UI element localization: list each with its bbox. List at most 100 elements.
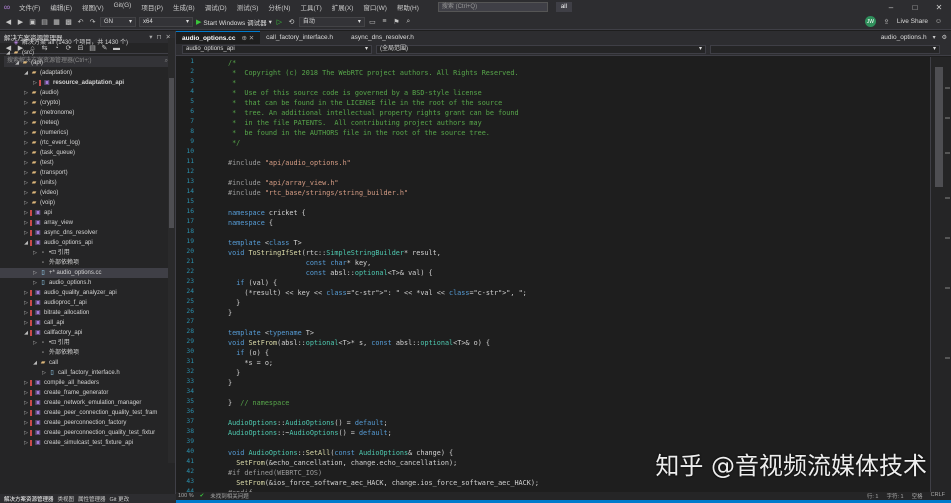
search-box[interactable]: 搜索 (Ctrl+Q) — [437, 2, 548, 12]
collapsed-arrow-icon[interactable]: ▷ — [31, 278, 39, 288]
new-project-icon[interactable]: ▣ — [28, 17, 37, 26]
platform-select[interactable]: x64 ▾ — [139, 16, 193, 27]
collapsed-arrow-icon[interactable]: ▷ — [22, 208, 30, 218]
editor-tab[interactable]: audio_options.cc ⊕ ✕ — [176, 31, 261, 44]
editor-tab[interactable]: async_dns_resolver.h — [345, 31, 426, 44]
tree-item[interactable]: ▷ ▣ create_network_emulation_manager — [0, 398, 168, 408]
bottom-tab[interactable]: 属性管理器 — [78, 495, 106, 503]
code-line[interactable]: #include "api/audio_options.h" — [228, 158, 351, 168]
collapsed-arrow-icon[interactable]: ▷ — [22, 408, 30, 418]
tree-item[interactable]: ▫ 外部依赖项 — [0, 348, 168, 358]
tree-item[interactable]: ◈ 解决方案"all"(1430 个项目，共 1430 个) — [0, 38, 168, 48]
tree-item[interactable]: ▷ ▣ audioproc_f_api — [0, 298, 168, 308]
avatar[interactable]: JW — [864, 16, 876, 27]
code-editor[interactable]: /* * Copyright (c) 2018 The WebRTC proje… — [228, 57, 928, 492]
tree-item[interactable]: ▷ ▰ (rtc_event_log) — [0, 138, 168, 148]
collapsed-arrow-icon[interactable]: ▷ — [22, 298, 30, 308]
menu-item[interactable]: 测试(S) — [232, 2, 264, 12]
code-line[interactable]: AudioOptions::AudioOptions() = default; — [228, 418, 388, 428]
tree-item[interactable]: ▷ ▰ (metronome) — [0, 108, 168, 118]
layout-icon[interactable]: ▭ — [368, 17, 377, 26]
tree-item[interactable]: ▷ ▰ (transport) — [0, 168, 168, 178]
code-line[interactable]: const absl::optional<T>& val) { — [228, 268, 433, 278]
code-line[interactable]: #include "api/array_view.h" — [228, 178, 339, 188]
collapsed-arrow-icon[interactable]: ▷ — [22, 438, 30, 448]
tree-item[interactable]: ▷ ▰ (audio) — [0, 88, 168, 98]
tree-item[interactable]: ▷ ▣ create_simulcast_test_fixture_api — [0, 438, 168, 448]
collapsed-arrow-icon[interactable]: ▷ — [31, 248, 39, 258]
settings-icon[interactable]: ⚙ — [942, 34, 947, 41]
tree-item[interactable]: ▷ ▫ •⊡ 引用 — [0, 248, 168, 258]
tree-item[interactable]: ▷ ▰ (crypto) — [0, 98, 168, 108]
code-line[interactable]: */ — [228, 138, 240, 148]
expanded-arrow-icon[interactable]: ◢ — [22, 68, 30, 78]
collapsed-arrow-icon[interactable]: ▷ — [31, 78, 39, 88]
expanded-arrow-icon[interactable]: ◢ — [13, 58, 21, 68]
tree-item[interactable]: ▫ 外部依赖项 — [0, 258, 168, 268]
code-line[interactable]: * that can be found in the LICENSE file … — [228, 98, 502, 108]
tree-item[interactable]: ▷ ▣ call_api — [0, 318, 168, 328]
editor-scrollbar[interactable] — [930, 57, 951, 492]
bottom-tab[interactable]: 类视图 — [58, 495, 75, 503]
code-line[interactable]: namespace cricket { — [228, 208, 306, 218]
code-line[interactable]: } — [228, 368, 240, 378]
collapsed-arrow-icon[interactable]: ▷ — [22, 428, 30, 438]
tree-item[interactable]: ▷ ▰ (test) — [0, 158, 168, 168]
tree-item[interactable]: ◢ ▣ callfactory_api — [0, 328, 168, 338]
tree-item[interactable]: ▷ ▰ (task_queue) — [0, 148, 168, 158]
tree-item[interactable]: ▷ ▫ •⊡ 引用 — [0, 338, 168, 348]
collapsed-arrow-icon[interactable]: ▷ — [22, 148, 30, 158]
save-all-icon[interactable]: ▩ — [64, 17, 73, 26]
collapsed-arrow-icon[interactable]: ▷ — [22, 168, 30, 178]
code-line[interactable]: AudioOptions::~AudioOptions() = default; — [228, 428, 392, 438]
code-line[interactable]: * in the file PATENTS. All contributing … — [228, 118, 482, 128]
menu-item[interactable]: 窗口(W) — [358, 2, 391, 12]
menu-item[interactable]: Git(G) — [109, 2, 137, 12]
member-dropdown[interactable]: ▾ — [710, 45, 940, 54]
code-line[interactable]: namespace { — [228, 218, 273, 228]
code-line[interactable]: /* — [228, 58, 236, 68]
collapsed-arrow-icon[interactable]: ▷ — [22, 218, 30, 228]
whitespace-mode[interactable]: 空格 — [912, 492, 923, 500]
tree-item[interactable]: ▷ ▣ create_peer_connection_quality_test_fr… — [0, 408, 168, 418]
tree-item[interactable]: ▷ ▯ +* audio_options.cc — [0, 268, 168, 278]
collapsed-arrow-icon[interactable]: ▷ — [22, 228, 30, 238]
collapsed-arrow-icon[interactable]: ▷ — [22, 388, 30, 398]
collapsed-arrow-icon[interactable]: ▷ — [22, 398, 30, 408]
code-line[interactable]: } — [228, 308, 232, 318]
collapsed-arrow-icon[interactable]: ▷ — [22, 198, 30, 208]
config-select[interactable]: GN ▾ — [100, 16, 136, 27]
tree-item[interactable]: ▷ ▰ (neteq) — [0, 118, 168, 128]
tree-item[interactable]: ◢ ▰ (api) — [0, 58, 168, 68]
line-ending[interactable]: CRLF — [931, 492, 945, 500]
menu-item[interactable]: 文件(F) — [14, 2, 45, 12]
close-icon[interactable]: ✕ — [927, 3, 951, 12]
menu-item[interactable]: 帮助(H) — [392, 2, 424, 12]
attach-icon[interactable]: ⟲ — [287, 17, 296, 26]
bottom-tab[interactable]: Git 更改 — [110, 495, 130, 503]
editor-tab[interactable]: call_factory_interface.h — [260, 31, 345, 44]
tree-item[interactable]: ◢ ▰ call — [0, 358, 168, 368]
expanded-arrow-icon[interactable]: ◢ — [4, 48, 12, 58]
start-debugger-button[interactable]: ▶ Start Windows 调试器 ▾ — [196, 17, 272, 27]
project-dropdown[interactable]: audio_options_api ▾ — [182, 45, 372, 54]
code-line[interactable]: SetFrom(&echo_cancellation, change.echo_… — [228, 458, 457, 468]
code-line[interactable]: (*result) << key << class="c-str">": " <… — [228, 288, 526, 298]
expanded-arrow-icon[interactable]: ◢ — [22, 328, 30, 338]
collapsed-arrow-icon[interactable]: ▷ — [22, 178, 30, 188]
collapsed-arrow-icon[interactable]: ▷ — [31, 268, 39, 278]
menu-item[interactable]: 编辑(E) — [45, 2, 77, 12]
collapsed-arrow-icon[interactable]: ▷ — [31, 338, 39, 348]
zoom-level[interactable]: 100 % — [178, 493, 194, 499]
code-line[interactable]: } — [228, 378, 232, 388]
collapsed-arrow-icon[interactable]: ▷ — [22, 318, 30, 328]
tree-item[interactable]: ▷ ▣ resource_adaptation_api — [0, 78, 168, 88]
code-line[interactable]: * Copyright (c) 2018 The WebRTC project … — [228, 68, 518, 78]
tree-item[interactable]: ▷ ▰ (voip) — [0, 198, 168, 208]
save-icon[interactable]: ▦ — [52, 17, 61, 26]
code-line[interactable]: } — [228, 298, 240, 308]
code-line[interactable]: * tree. An additional intellectual prope… — [228, 108, 518, 118]
tree-item[interactable]: ▷ ▰ (video) — [0, 188, 168, 198]
menu-item[interactable]: 分析(N) — [263, 2, 295, 12]
code-line[interactable]: * — [228, 78, 236, 88]
